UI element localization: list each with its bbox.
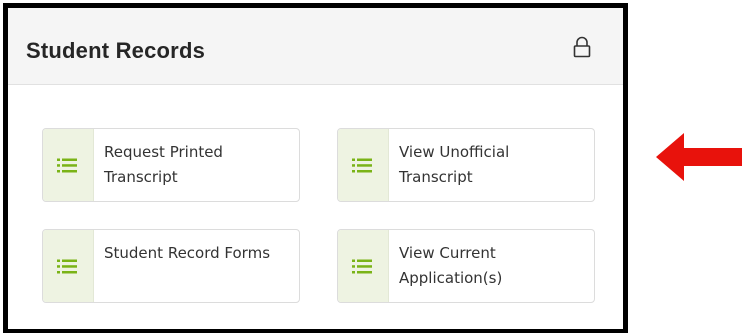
tile-icon-box (43, 129, 94, 201)
card-header: Student Records (8, 8, 623, 85)
card-body: Request Printed Transcript View Unoffici… (8, 85, 623, 329)
tile-icon-box (43, 230, 94, 302)
tile-student-record-forms[interactable]: Student Record Forms (42, 229, 300, 303)
list-icon (352, 259, 372, 274)
tile-view-unofficial-transcript[interactable]: View Unofficial Transcript (337, 128, 595, 202)
list-icon (57, 158, 77, 173)
tile-label: Request Printed Transcript (104, 143, 223, 186)
list-icon (57, 259, 77, 274)
tile-label: View Unofficial Transcript (399, 143, 510, 186)
list-icon (352, 158, 372, 173)
tile-label: View Current Application(s) (399, 244, 503, 287)
student-records-card: Student Records Request Printed Transcri… (3, 3, 628, 333)
tile-label: Student Record Forms (104, 244, 271, 262)
screenshot-stage: Student Records Request Printed Transcri… (0, 0, 742, 333)
tile-icon-box (338, 230, 389, 302)
tile-icon-box (338, 129, 389, 201)
lock-icon[interactable] (573, 36, 591, 58)
card-title: Student Records (26, 38, 206, 63)
tile-request-printed-transcript[interactable]: Request Printed Transcript (42, 128, 300, 202)
red-arrow-left-icon (656, 133, 742, 181)
tile-view-current-applications[interactable]: View Current Application(s) (337, 229, 595, 303)
